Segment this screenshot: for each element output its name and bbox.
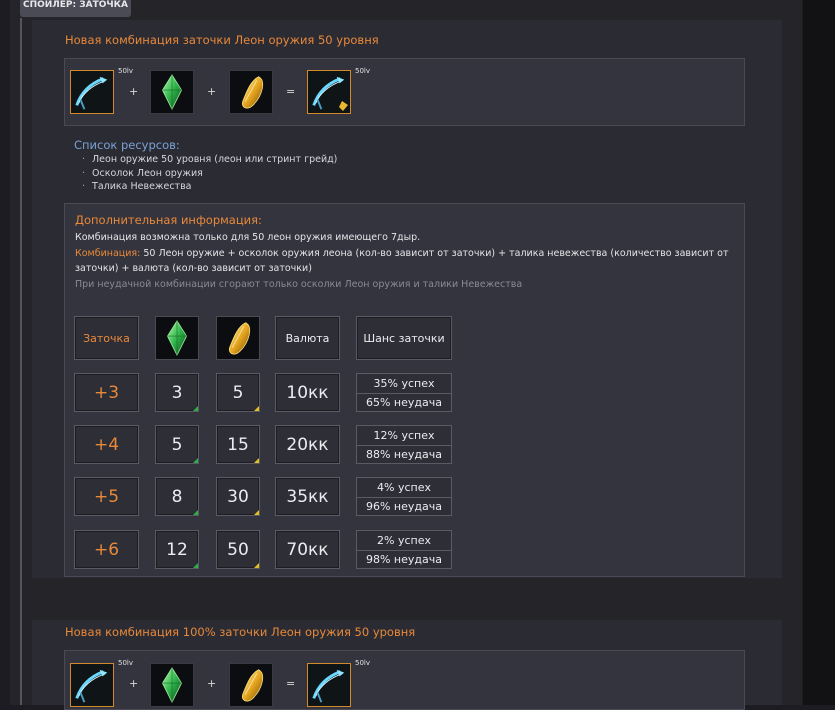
- section-title: Новая комбинация заточки Леон оружия 50 …: [65, 33, 379, 47]
- fail-rate: 98% неудача: [357, 549, 451, 569]
- combination-description: Комбинация: 50 Леон оружие + осколок ору…: [75, 246, 735, 276]
- plus-sign: +: [129, 677, 139, 690]
- currency-cell: 35кк: [275, 477, 340, 516]
- leon-shard-icon: [150, 70, 194, 114]
- chance-cell: 35% успех 65% неудача: [356, 373, 452, 412]
- resources-title: Список ресурсов:: [74, 138, 180, 152]
- talics-cell: 30: [216, 477, 260, 516]
- combination-label: Комбинация:: [75, 248, 141, 259]
- talics-cell: 15: [216, 425, 260, 464]
- talic-icon: [229, 70, 273, 114]
- level-tag: 50lv: [118, 659, 133, 667]
- page-margin: [803, 0, 835, 705]
- level-tag: 50lv: [118, 67, 133, 75]
- talics-cell: 50: [216, 530, 260, 569]
- plus-sign: +: [207, 677, 217, 690]
- info-box: Дополнительная информация: Комбинация во…: [64, 203, 745, 577]
- leon-shard-icon: [150, 663, 194, 707]
- info-title: Дополнительная информация:: [75, 213, 262, 227]
- list-item: Леон оружие 50 уровня (леон или стринт г…: [82, 153, 337, 167]
- fail-rate: 65% неудача: [357, 392, 451, 412]
- result-weapon-icon: [307, 663, 351, 707]
- chance-cell: 4% успех 96% неудача: [356, 477, 452, 516]
- currency-cell: 70кк: [275, 530, 340, 569]
- shards-cell: 12: [155, 530, 199, 569]
- success-rate: 12% успех: [373, 428, 435, 442]
- combination-text: заточки) + валюта (кол-во зависит от зат…: [75, 263, 312, 274]
- level-tag: 50lv: [355, 67, 370, 75]
- success-rate: 35% успех: [373, 376, 435, 390]
- talics-cell: 5: [216, 373, 260, 412]
- combination-recipe: 50lv + + = 50lv: [64, 650, 745, 710]
- level-cell: +3: [74, 373, 139, 412]
- equals-sign: =: [286, 85, 296, 98]
- result-weapon-icon: [307, 70, 351, 114]
- equals-sign: =: [286, 677, 296, 690]
- spoiler-content-panel: Новая комбинация 100% заточки Леон оружи…: [32, 620, 782, 710]
- success-rate: 4% успех: [377, 480, 431, 494]
- fail-rate: 88% неудача: [357, 444, 451, 464]
- talic-icon: [216, 316, 260, 360]
- combination-text: 50 Леон оружие + осколок оружия леона (к…: [140, 248, 729, 259]
- plus-sign: +: [207, 85, 217, 98]
- leon-shard-icon: [155, 316, 199, 360]
- shards-cell: 8: [155, 477, 199, 516]
- list-item: Осколок Леон оружия: [82, 167, 337, 181]
- spoiler-content-panel: Новая комбинация заточки Леон оружия 50 …: [32, 20, 782, 578]
- level-cell: +6: [74, 530, 139, 569]
- weapon-icon: [70, 70, 114, 114]
- section-title: Новая комбинация 100% заточки Леон оружи…: [65, 625, 416, 639]
- spoiler-toggle-button[interactable]: СПОЙЛЕР: ЗАТОЧКА: [20, 0, 131, 17]
- fail-rate: 96% неудача: [357, 496, 451, 516]
- info-line: Комбинация возможна только для 50 леон о…: [75, 232, 421, 243]
- plus-sign: +: [129, 85, 139, 98]
- header-chance: Шанс заточки: [356, 316, 452, 360]
- success-rate: 2% успех: [377, 533, 431, 547]
- chance-cell: 2% успех 98% неудача: [356, 530, 452, 569]
- talic-icon: [229, 663, 273, 707]
- level-cell: +5: [74, 477, 139, 516]
- shards-cell: 3: [155, 373, 199, 412]
- header-level: Заточка: [74, 316, 139, 360]
- header-currency: Валюта: [275, 316, 340, 360]
- level-cell: +4: [74, 425, 139, 464]
- resources-list: Леон оружие 50 уровня (леон или стринт г…: [82, 153, 337, 194]
- spoiler-border: [20, 18, 22, 705]
- fail-note: При неудачной комбинации сгорают только …: [75, 279, 523, 290]
- currency-cell: 10кк: [275, 373, 340, 412]
- currency-cell: 20кк: [275, 425, 340, 464]
- shards-cell: 5: [155, 425, 199, 464]
- chance-cell: 12% успех 88% неудача: [356, 425, 452, 464]
- weapon-icon: [70, 663, 114, 707]
- list-item: Талика Невежества: [82, 180, 337, 194]
- level-tag: 50lv: [355, 659, 370, 667]
- combination-recipe: 50lv + + = 50lv: [64, 58, 745, 126]
